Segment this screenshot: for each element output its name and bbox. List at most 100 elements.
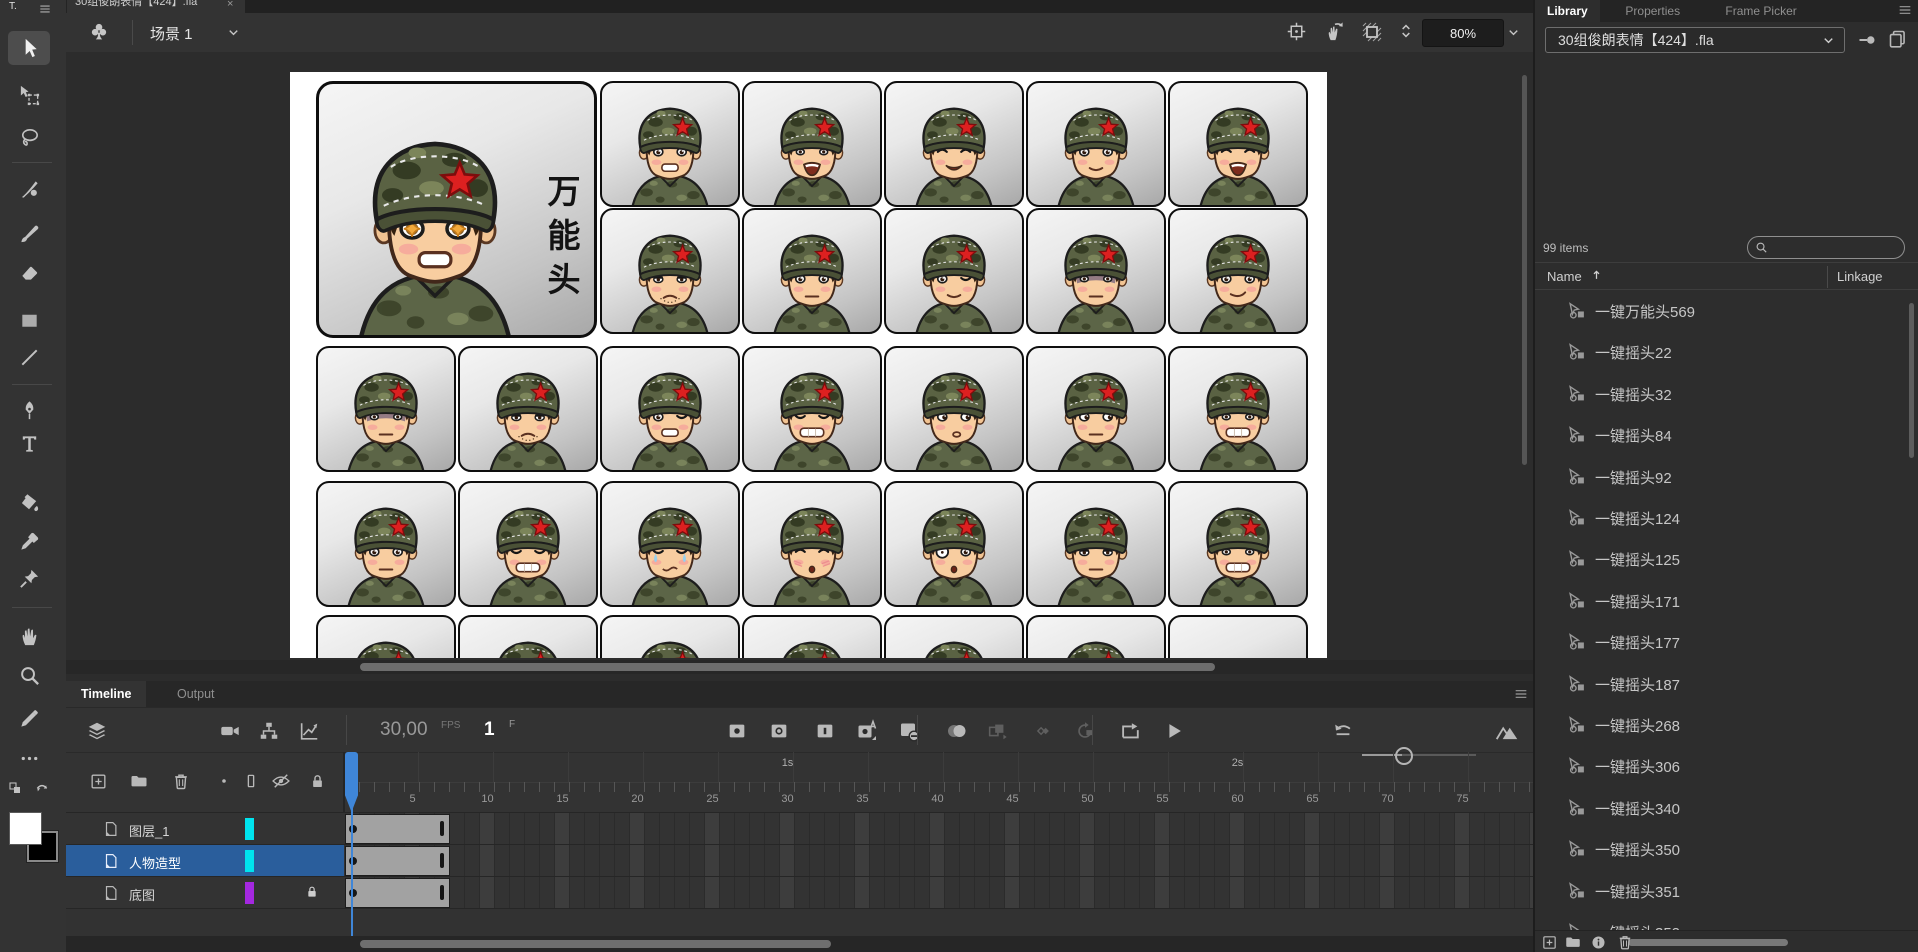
library-v-scrollbar[interactable] (1909, 303, 1914, 458)
canvas-v-scrollbar[interactable] (1522, 75, 1527, 465)
selection-tool[interactable] (8, 31, 50, 65)
classic-brush-tool[interactable] (8, 216, 50, 250)
edit-multiple-frames-button[interactable] (984, 718, 1010, 744)
expression-cell-stern[interactable] (742, 208, 882, 334)
expression-cell-stern[interactable] (316, 481, 456, 607)
rotation-tool-button[interactable] (1322, 20, 1345, 43)
library-item[interactable]: 一键摇头350 (1535, 829, 1918, 870)
expression-cell-grin[interactable] (600, 81, 740, 207)
expression-cell-rage2[interactable] (1168, 481, 1308, 607)
expression-cell-calm[interactable] (742, 615, 882, 658)
play-button[interactable] (1161, 718, 1187, 744)
library-item[interactable]: 一键摇头32 (1535, 374, 1918, 415)
lasso-tool[interactable] (8, 120, 50, 154)
library-item[interactable]: 一键摇头84 (1535, 415, 1918, 456)
swap-colors-control[interactable] (8, 781, 60, 801)
lock-all-layers-button[interactable] (305, 769, 329, 793)
hamburger-menu-icon[interactable] (38, 2, 52, 16)
insert-blank-keyframe-button[interactable] (766, 718, 792, 744)
expression-cell-clench[interactable] (742, 346, 882, 472)
canvas-h-scrollbar[interactable] (66, 660, 1533, 674)
tab-library[interactable]: Library (1535, 0, 1600, 22)
scrollbar-thumb[interactable] (1628, 939, 1788, 946)
text-tool[interactable] (8, 426, 50, 460)
remove-frames-button[interactable] (896, 718, 922, 744)
more-tools[interactable] (8, 741, 50, 775)
frame-span[interactable] (345, 878, 450, 908)
line-tool[interactable] (8, 340, 50, 374)
expression-cell-annoyed[interactable] (1026, 481, 1166, 607)
fill-color-swatch[interactable] (9, 812, 42, 845)
asset-warp-tool[interactable] (8, 561, 50, 595)
stage-canvas[interactable]: 万能头 (290, 72, 1327, 658)
loop-frames-button[interactable] (1072, 718, 1098, 744)
expression-cell-rage[interactable] (1168, 346, 1308, 472)
expression-cell-blush[interactable] (742, 481, 882, 607)
delete-item-button[interactable] (1615, 933, 1635, 951)
library-item[interactable]: 一键摇头187 (1535, 664, 1918, 705)
current-frame-value[interactable]: 1 (484, 719, 495, 741)
expression-cell-wink[interactable] (884, 208, 1024, 334)
paint-bucket-tool[interactable] (8, 486, 50, 520)
sort-ascending-icon[interactable] (1589, 267, 1604, 282)
library-item[interactable]: 一键摇头268 (1535, 705, 1918, 746)
library-search-input[interactable] (1747, 236, 1905, 259)
zoom-dropdown-button[interactable] (1506, 25, 1521, 40)
hamburger-menu-icon[interactable] (1897, 2, 1913, 18)
clip-content-button[interactable] (1360, 20, 1384, 44)
expression-cell-glare[interactable] (1026, 208, 1166, 334)
outline-view-button[interactable] (239, 769, 263, 793)
layer-row-底图[interactable]: 底图 (66, 877, 344, 909)
library-item[interactable]: 一键摇头177 (1535, 622, 1918, 663)
frame-span[interactable] (345, 814, 450, 844)
camera-button[interactable] (217, 718, 243, 744)
fps-value[interactable]: 30,00 (380, 719, 428, 741)
show-parent-view-button[interactable] (212, 769, 236, 793)
timeline-h-scrollbar[interactable] (66, 936, 1533, 952)
expression-cell-laugh2[interactable] (1168, 81, 1308, 207)
library-item[interactable]: 一键摇头171 (1535, 581, 1918, 622)
library-document-select[interactable]: 30组俊朗表情【424】.fla (1545, 27, 1845, 53)
library-item[interactable]: 一键摇头124 (1535, 498, 1918, 539)
scene-dropdown-button[interactable] (226, 25, 241, 40)
new-folder-button[interactable] (1563, 933, 1583, 951)
universal-head-cell[interactable]: 万能头 (316, 81, 597, 338)
column-header-name[interactable]: Name (1547, 269, 1582, 284)
properties-info-button[interactable] (1588, 933, 1608, 951)
frame-span[interactable] (345, 846, 450, 876)
graph-editor-button[interactable] (296, 718, 322, 744)
expression-cell-calm[interactable] (1026, 81, 1166, 207)
library-item[interactable]: 一键摇头352 (1535, 912, 1918, 930)
expression-cell-shock[interactable] (884, 481, 1024, 607)
expression-cell-empty[interactable] (1168, 615, 1308, 658)
expression-cell-sideeye[interactable] (1026, 346, 1166, 472)
reset-timeline-zoom-button[interactable] (1330, 718, 1356, 744)
expression-cell-laugh[interactable] (884, 81, 1024, 207)
loop-playback-button[interactable] (1117, 718, 1143, 744)
frame-ruler[interactable]: 510152025303540455055606570751s2s (344, 752, 1533, 814)
insert-keyframe-button[interactable] (724, 718, 750, 744)
library-item[interactable]: 一键摇头306 (1535, 746, 1918, 787)
edit-symbols-button[interactable] (88, 21, 110, 43)
zoom-fit-timeline-button[interactable] (1494, 718, 1520, 744)
frame-grid[interactable] (344, 813, 1533, 909)
hand-tool[interactable] (8, 619, 50, 653)
auto-keyframe-button[interactable] (854, 718, 880, 744)
scrollbar-thumb[interactable] (360, 663, 1215, 671)
hamburger-menu-icon[interactable] (1513, 686, 1529, 702)
layer-outline-color[interactable] (245, 850, 254, 872)
rectangle-tool[interactable] (8, 303, 50, 337)
expression-cell-shout[interactable] (742, 81, 882, 207)
layer-row-人物造型[interactable]: 人物造型 (66, 845, 344, 877)
expression-cell-pout[interactable] (884, 346, 1024, 472)
tab-timeline[interactable]: Timeline (66, 681, 146, 707)
expression-cell-winktear[interactable] (600, 346, 740, 472)
library-item[interactable]: 一键摇头22 (1535, 332, 1918, 373)
new-symbol-button[interactable] (1539, 933, 1559, 951)
tab-frame-picker[interactable]: Frame Picker (1713, 0, 1808, 22)
zoom-tool[interactable] (8, 658, 50, 692)
add-layer-button[interactable] (86, 769, 110, 793)
scrollbar-thumb[interactable] (360, 940, 831, 948)
expression-cell-calm[interactable] (600, 615, 740, 658)
modify-markers-button[interactable] (1029, 718, 1055, 744)
